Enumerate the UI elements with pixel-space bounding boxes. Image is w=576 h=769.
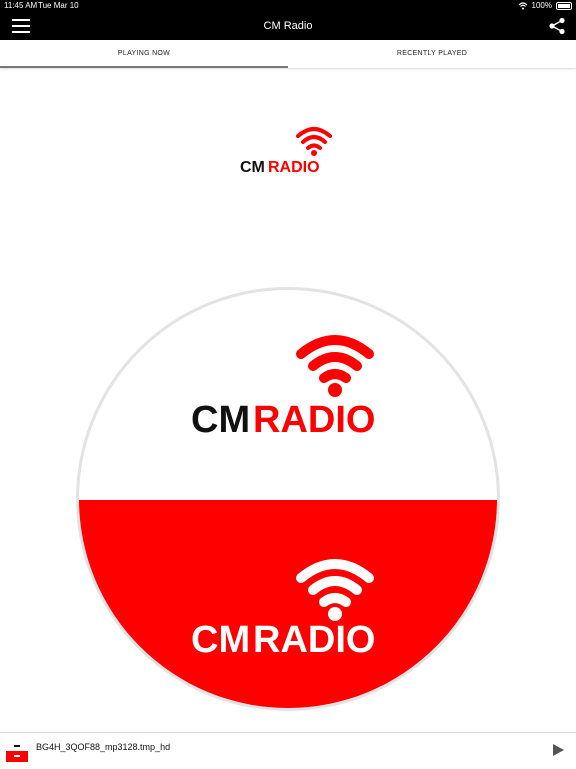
artwork-word-cm: CM — [191, 399, 250, 441]
track-title: BG4H_3QOF88_mp3128.tmp_hd — [36, 742, 171, 752]
cm-radio-logo: CM RADIO — [240, 127, 332, 176]
wifi-icon — [296, 127, 332, 156]
artwork-word-radio: RADIO — [253, 399, 375, 441]
active-tab-indicator — [0, 66, 288, 68]
status-date: Tue Mar 10 — [38, 1, 79, 10]
status-right: 100% — [518, 0, 572, 12]
wifi-icon-top — [296, 335, 374, 397]
play-icon[interactable] — [553, 744, 564, 756]
artwork-word-cm-bottom: CM — [191, 619, 250, 661]
tab-recently-played[interactable]: RECENTLY PLAYED — [288, 40, 576, 68]
album-artwork: CM RADIO CM RADIO — [76, 287, 500, 711]
tab-playing-now[interactable]: PLAYING NOW — [0, 40, 288, 68]
mini-player[interactable]: BG4H_3QOF88_mp3128.tmp_hd — [0, 732, 576, 769]
logo-word-cm: CM — [240, 159, 265, 176]
logo-word-radio: RADIO — [268, 159, 320, 176]
battery-percent: 100% — [531, 1, 552, 10]
status-bar: 11:45 AM Tue Mar 10 100% — [0, 0, 576, 12]
page-title: CM Radio — [263, 20, 313, 32]
share-icon[interactable] — [548, 17, 566, 35]
top-navbar: CM Radio — [0, 12, 576, 40]
wifi-status-icon — [518, 2, 527, 10]
tab-bar: PLAYING NOW RECENTLY PLAYED — [0, 40, 576, 68]
battery-icon — [556, 2, 572, 10]
status-time: 11:45 AM — [4, 1, 38, 10]
artwork-word-radio-bottom: RADIO — [253, 619, 375, 661]
track-thumbnail — [6, 740, 28, 762]
artwork-graphic: CM RADIO CM RADIO — [79, 335, 497, 708]
